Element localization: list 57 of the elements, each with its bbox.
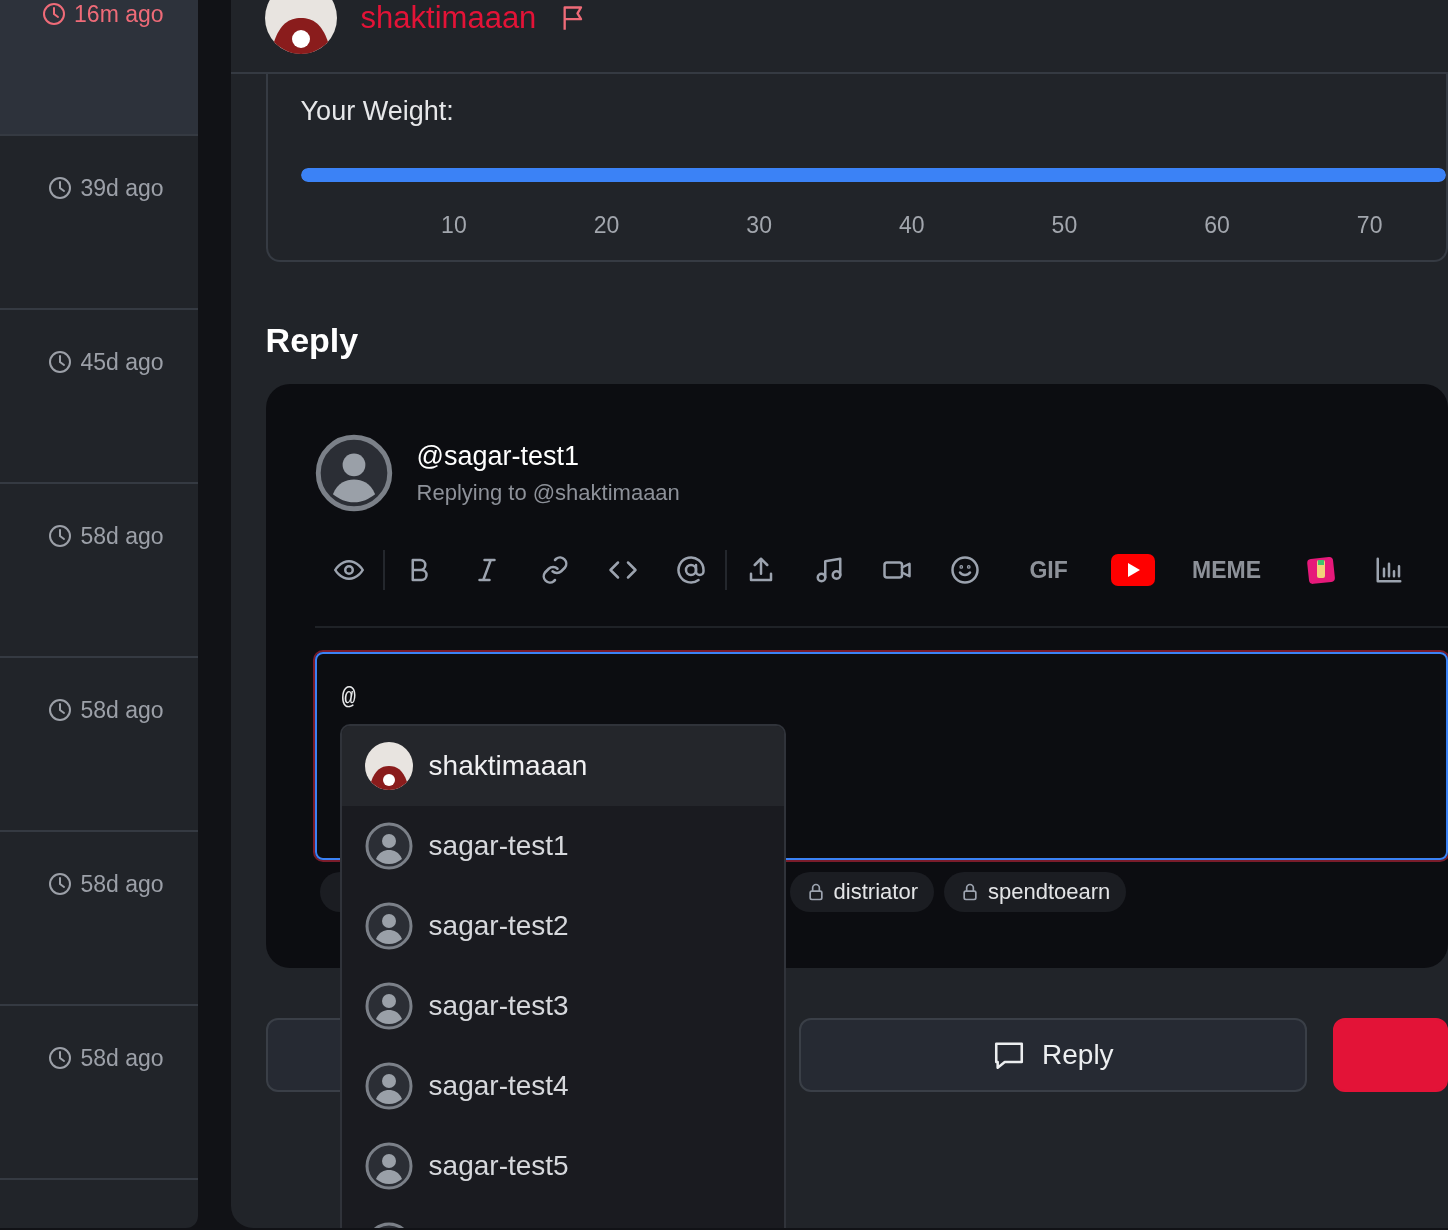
time-label: 58d ago bbox=[80, 1044, 164, 1072]
sidebar-item[interactable]: 58d ago bbox=[0, 658, 198, 832]
sidebar-item[interactable]: 58d ago bbox=[0, 832, 198, 1006]
sidebar-item[interactable]: 58d ago bbox=[0, 1006, 198, 1180]
avatar-icon bbox=[364, 1062, 413, 1110]
avatar-icon bbox=[364, 822, 413, 870]
at-sign-icon[interactable] bbox=[675, 555, 706, 585]
avatar-icon bbox=[314, 434, 393, 512]
time-label: 58d ago bbox=[80, 870, 164, 898]
clock-icon bbox=[42, 2, 67, 26]
sidebar-item[interactable]: 58d ago bbox=[0, 484, 198, 658]
mention-option[interactable]: sagar-test2 bbox=[341, 886, 784, 966]
clock-icon bbox=[48, 176, 73, 200]
tick-label: 40 bbox=[898, 212, 926, 239]
tick-label: 30 bbox=[745, 212, 773, 239]
smiley-icon[interactable] bbox=[949, 555, 980, 585]
tick-label: 20 bbox=[592, 212, 621, 239]
clock-icon bbox=[48, 872, 73, 896]
avatar-icon bbox=[364, 982, 413, 1030]
clock-icon bbox=[48, 1046, 73, 1070]
sticker-icon[interactable] bbox=[1305, 555, 1336, 585]
community-tag[interactable]: spendtoearn bbox=[943, 872, 1127, 912]
sidebar-item[interactable]: 39d ago bbox=[0, 136, 198, 310]
tick-label: 10 bbox=[440, 212, 468, 239]
clock-icon bbox=[48, 698, 73, 722]
time-label: 45d ago bbox=[80, 348, 164, 376]
gif-button[interactable]: GIF bbox=[1029, 556, 1068, 584]
clock-icon bbox=[48, 350, 73, 374]
tick-label: 70 bbox=[1355, 212, 1384, 239]
time-label: 58d ago bbox=[80, 522, 164, 550]
time-label: 16m ago bbox=[74, 0, 164, 28]
meme-button[interactable]: MEME bbox=[1192, 556, 1262, 584]
mention-option[interactable]: sagar-test3 bbox=[341, 966, 784, 1046]
play-icon[interactable] bbox=[1110, 554, 1155, 586]
community-tag[interactable]: distriator bbox=[789, 872, 934, 912]
tick-label: 60 bbox=[1203, 212, 1231, 239]
avatar-icon bbox=[364, 1142, 413, 1190]
mention-option[interactable]: sagar-test4 bbox=[341, 1046, 784, 1126]
sidebar-item[interactable]: 45d ago bbox=[0, 310, 198, 484]
editor-text: @ bbox=[341, 684, 356, 711]
sidebar-item[interactable]: 16m ago bbox=[0, 0, 198, 136]
submit-button[interactable] bbox=[1332, 1018, 1448, 1092]
mention-option[interactable]: shaktimaaan bbox=[341, 726, 784, 806]
poll-question: Your Weight: bbox=[300, 96, 455, 127]
tick-label: 50 bbox=[1050, 212, 1079, 239]
replying-to-text: Replying to @shaktimaaan bbox=[416, 479, 680, 506]
time-label: 39d ago bbox=[80, 174, 164, 202]
clock-icon bbox=[48, 524, 73, 548]
time-label: 58d ago bbox=[80, 696, 164, 724]
photo-placeholder bbox=[364, 742, 413, 790]
username: @sagar-test1 bbox=[416, 440, 581, 472]
music-note-icon[interactable] bbox=[813, 555, 844, 585]
weight-slider[interactable] bbox=[300, 168, 1446, 182]
section-heading: Reply bbox=[265, 320, 360, 361]
reply-button[interactable]: Reply bbox=[799, 1018, 1307, 1092]
mention-option[interactable]: sagar-test5 bbox=[341, 1126, 784, 1206]
avatar-icon bbox=[364, 902, 413, 950]
